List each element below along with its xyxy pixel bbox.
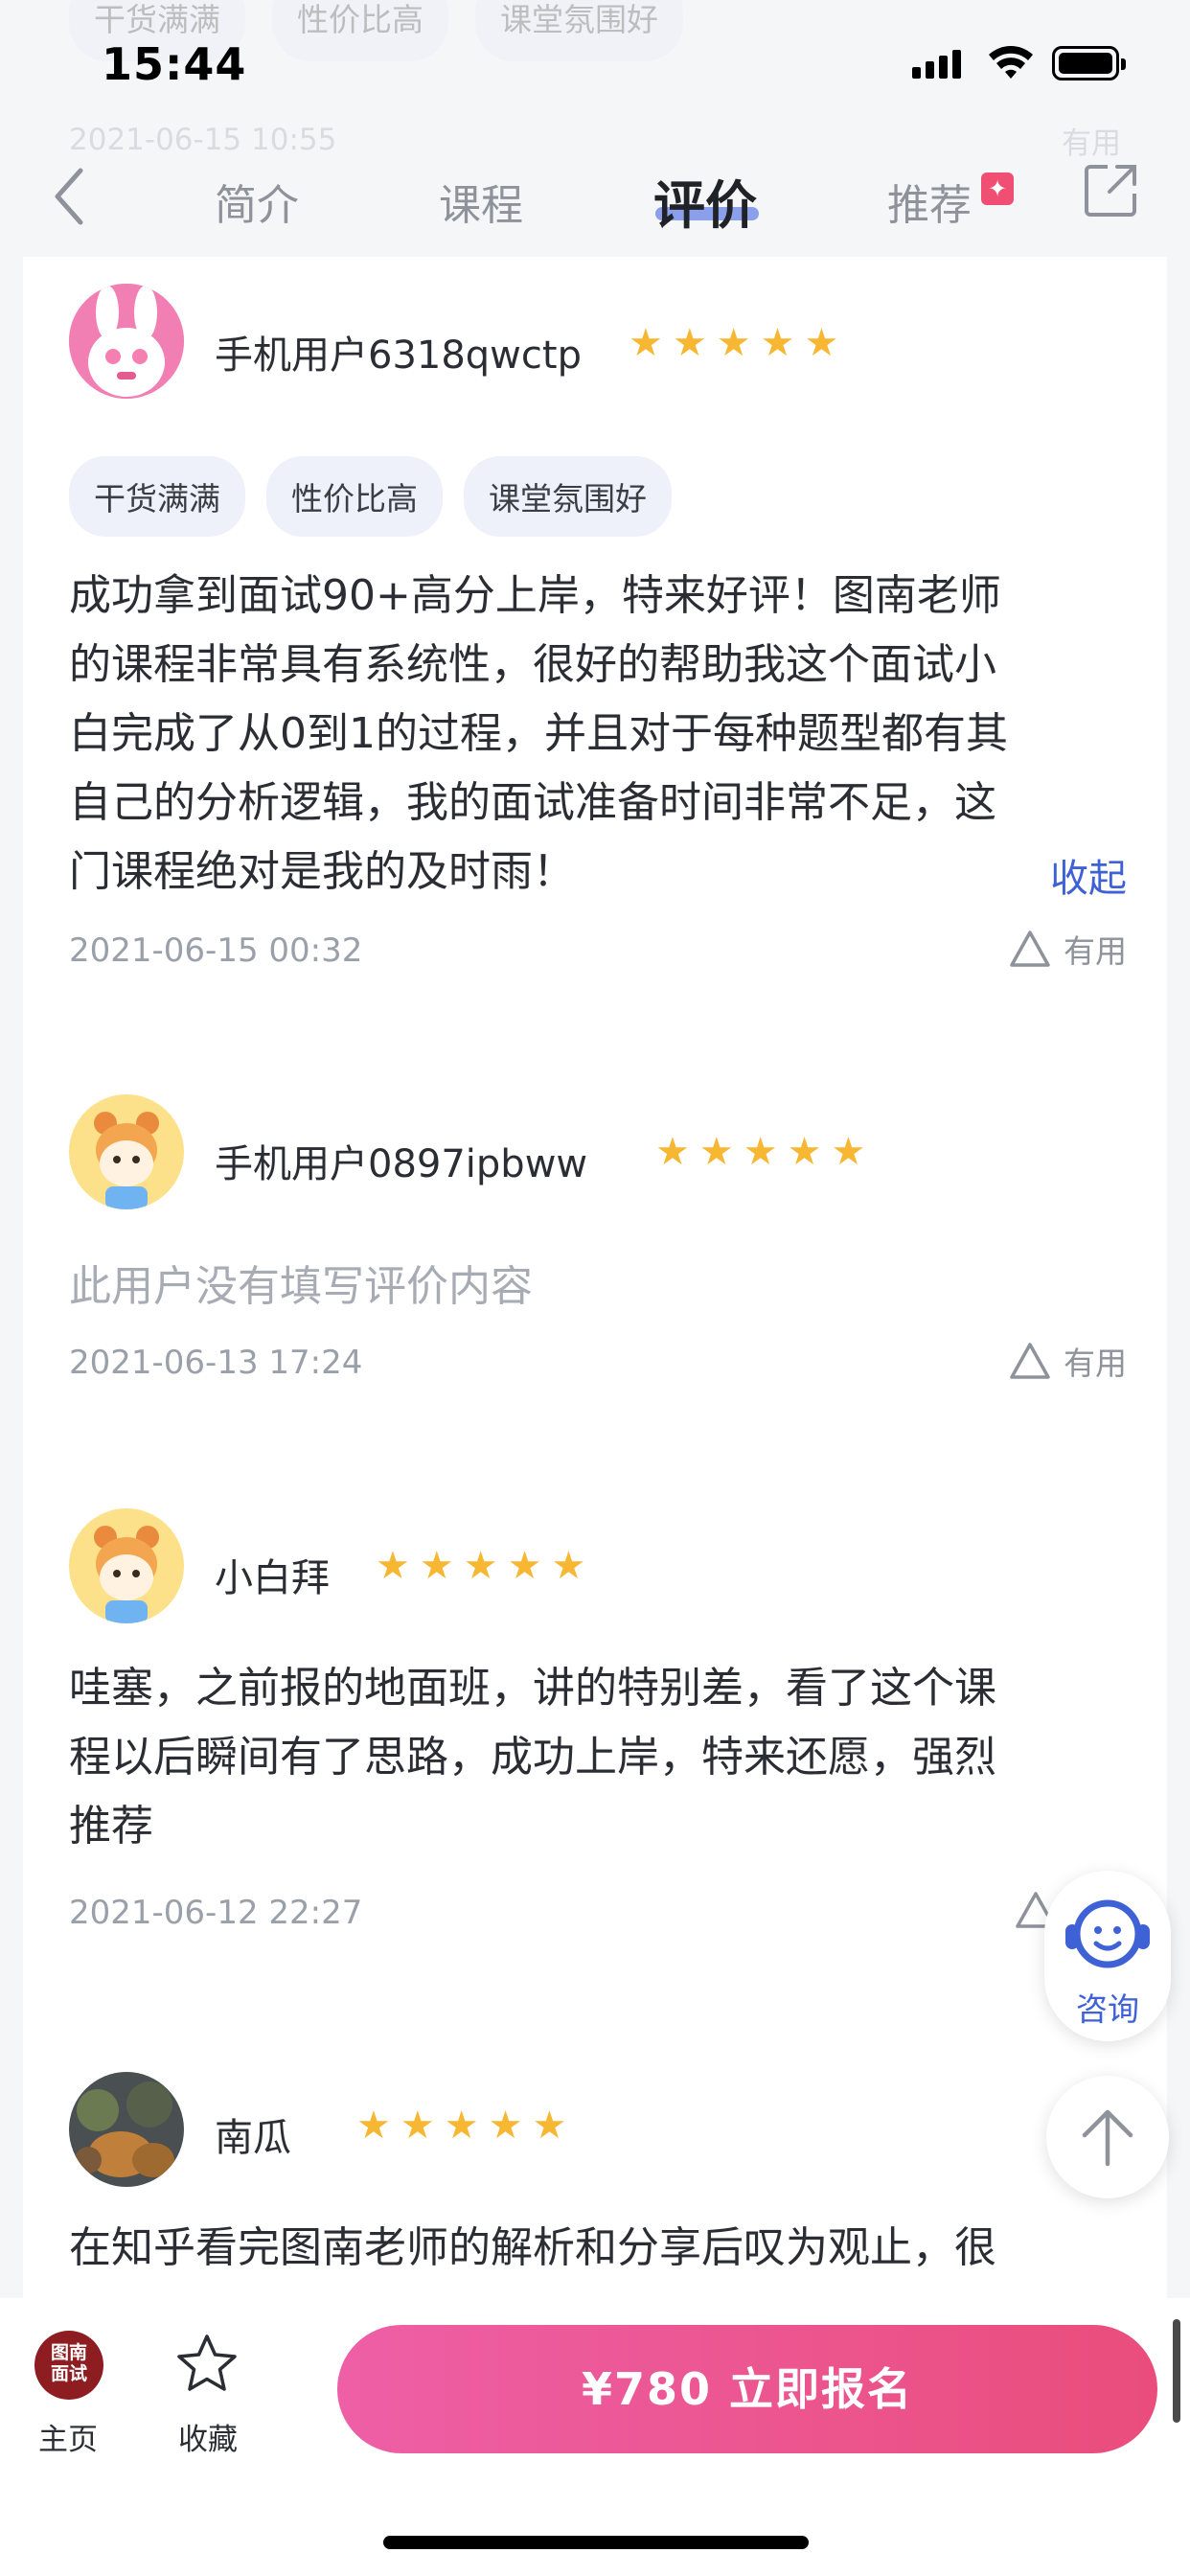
review-date: 2021-06-15 00:32: [69, 932, 363, 970]
rating-stars: ★ ★ ★ ★ ★: [356, 2106, 566, 2145]
review-content: 在知乎看完图南老师的解析和分享后叹为观止，很: [69, 2214, 1123, 2283]
review-username: 南瓜: [215, 2116, 291, 2160]
star-icon: ★: [507, 1544, 542, 1588]
review-tags: 干货满满 性价比高 课堂氛围好: [69, 456, 672, 537]
star-icon: ★: [787, 1130, 822, 1174]
review-username: 手机用户6318qwctp: [215, 334, 582, 378]
empty-review-text: 此用户没有填写评价内容: [69, 1262, 533, 1311]
star-icon: ★: [831, 1130, 866, 1174]
home-indicator[interactable]: [383, 2536, 809, 2549]
cellular-signal-icon: [912, 50, 961, 79]
favorite-label[interactable]: 收藏: [178, 2415, 238, 2458]
star-icon: ★: [419, 1544, 454, 1588]
star-icon: ★: [488, 2104, 523, 2148]
star-icon: ★: [463, 1544, 498, 1588]
star-icon: ★: [655, 1130, 690, 1174]
tab-recommend[interactable]: 推荐: [887, 171, 972, 232]
useful-label: 有用: [1064, 932, 1127, 970]
star-icon: ★: [804, 321, 839, 365]
tab-intro[interactable]: 简介: [215, 171, 299, 232]
recommend-badge-icon: ✦: [981, 172, 1014, 205]
useful-button[interactable]: 有用: [1008, 1338, 1127, 1384]
scrollbar[interactable]: [1173, 2319, 1180, 2423]
review-content-line: 在知乎看完图南老师的解析和分享后叹为观止，很: [69, 2223, 996, 2272]
star-icon: ★: [698, 1130, 734, 1174]
useful-label: 有用: [1064, 1345, 1127, 1382]
status-time: 15:44: [102, 38, 247, 90]
logo-line: 图南: [50, 2342, 87, 2363]
rating-stars: ★ ★ ★ ★ ★: [655, 1133, 865, 1171]
back-to-top-button[interactable]: [1046, 2076, 1169, 2198]
rating-stars: ★ ★ ★ ★ ★: [629, 324, 838, 362]
review-content-line: 的课程非常具有系统性，很好的帮助我这个面试小: [69, 640, 996, 689]
star-outline-icon[interactable]: [174, 2333, 240, 2396]
star-icon: ★: [400, 2104, 435, 2148]
star-icon: ★: [376, 1544, 410, 1588]
wifi-icon: [989, 46, 1033, 79]
customer-service-icon: [1065, 1899, 1150, 1968]
review-content-line: 哇塞，之前报的地面班，讲的特别差，看了这个课: [69, 1664, 996, 1713]
review-content-line: 自己的分析逻辑，我的面试准备时间非常不足，这: [69, 778, 996, 827]
consult-label: 咨询: [1076, 1990, 1139, 2028]
back-icon[interactable]: [48, 163, 96, 230]
consult-button[interactable]: 咨询: [1044, 1871, 1171, 2041]
review-content-line: 推荐: [69, 1802, 153, 1851]
review-date: 2021-06-13 17:24: [69, 1344, 363, 1382]
logo-line: 面试: [50, 2363, 87, 2384]
review-tag: 干货满满: [69, 456, 245, 537]
review-tag: 课堂氛围好: [464, 456, 672, 537]
review-username: 小白拜: [215, 1556, 330, 1600]
avatar: [69, 2072, 184, 2187]
star-icon: ★: [532, 2104, 567, 2148]
nav-header: 简介 课程 评价 推荐 ✦: [0, 144, 1190, 257]
review-content-line: 白完成了从0到1的过程，并且对于每种题型都有其: [69, 709, 1008, 758]
review-content-line: 门课程绝对是我的及时雨！: [69, 847, 575, 896]
star-icon: ★: [743, 1130, 778, 1174]
star-icon: ★: [760, 321, 795, 365]
tab-courses[interactable]: 课程: [439, 171, 523, 232]
arrow-up-icon: [1082, 2109, 1133, 2167]
star-icon: ★: [356, 2104, 391, 2148]
reviews-card: 手机用户6318qwctp ★ ★ ★ ★ ★ 干货满满 性价比高 课堂氛围好 …: [23, 257, 1167, 2298]
review-username: 手机用户0897ipbww: [215, 1142, 588, 1186]
review-date: 2021-06-12 22:27: [69, 1894, 363, 1932]
rating-stars: ★ ★ ★ ★ ★: [376, 1547, 585, 1585]
review-content-line: 程以后瞬间有了思路，成功上岸，特来还愿，强烈: [69, 1733, 996, 1782]
home-label[interactable]: 主页: [38, 2415, 98, 2458]
thumb-triangle-icon: [1010, 931, 1050, 967]
avatar: [69, 1508, 184, 1623]
home-logo-icon[interactable]: 图南 面试: [34, 2331, 103, 2400]
status-bar: 15:44: [0, 0, 1190, 144]
star-icon: ★: [629, 321, 663, 365]
avatar: [69, 284, 184, 399]
tab-reviews[interactable]: 评价: [653, 163, 757, 239]
battery-icon: [1052, 46, 1126, 80]
star-icon: ★: [444, 2104, 479, 2148]
useful-button[interactable]: 有用: [1008, 926, 1127, 972]
review-content: 成功拿到面试90+高分上岸，特来好评！图南老师 的课程非常具有系统性，很好的帮助…: [69, 562, 1123, 907]
review-tag: 性价比高: [266, 456, 443, 537]
enroll-button[interactable]: ¥780 立即报名: [337, 2325, 1157, 2453]
share-icon[interactable]: [1083, 161, 1140, 218]
avatar: [69, 1094, 184, 1209]
star-icon: ★: [551, 1544, 586, 1588]
thumb-triangle-icon: [1010, 1343, 1050, 1379]
star-icon: ★: [672, 321, 707, 365]
collapse-link[interactable]: 收起: [1050, 847, 1127, 903]
review-content-line: 成功拿到面试90+高分上岸，特来好评！图南老师: [69, 571, 1001, 620]
review-content: 哇塞，之前报的地面班，讲的特别差，看了这个课 程以后瞬间有了思路，成功上岸，特来…: [69, 1654, 1123, 1861]
star-icon: ★: [716, 321, 751, 365]
bottom-action-bar: 图南 面试 主页 收藏 ¥780 立即报名: [0, 2298, 1190, 2576]
